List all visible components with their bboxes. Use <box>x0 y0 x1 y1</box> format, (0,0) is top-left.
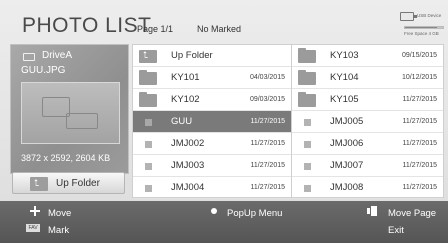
storage-usage-fill <box>405 27 438 28</box>
preview-panel: DriveA GUU.JPG 3872 x 2592, 2604 KB <box>10 44 129 174</box>
item-name: JMJ008 <box>330 182 364 193</box>
item-date: 10/12/2015 <box>401 74 437 81</box>
up-folder-item[interactable]: ⮤ Up Folder <box>133 45 291 67</box>
item-name: JMJ004 <box>171 182 205 193</box>
photo-file-icon <box>304 163 311 170</box>
drive-label: DriveA <box>42 50 73 61</box>
photo-file-icon <box>145 163 152 170</box>
item-date: 11/27/2015 <box>402 184 437 191</box>
photo-item[interactable]: JMJ007 11/27/2015 <box>292 155 443 177</box>
folder-icon <box>139 70 157 85</box>
photo-file-icon <box>145 185 152 192</box>
item-date: 11/27/2015 <box>402 118 437 125</box>
item-date: 11/27/2015 <box>402 162 437 169</box>
item-date: 11/27/2015 <box>402 96 437 103</box>
photo-file-icon <box>304 185 311 192</box>
folder-icon <box>298 92 316 107</box>
item-date: 11/27/2015 <box>250 118 285 125</box>
item-name: KY105 <box>330 94 359 105</box>
item-name: JMJ007 <box>330 160 364 171</box>
folder-item[interactable]: KY105 11/27/2015 <box>292 89 443 111</box>
item-date: 11/27/2015 <box>250 162 285 169</box>
page-title: PHOTO LIST <box>22 14 152 37</box>
up-folder-button[interactable]: ⮤ Up Folder <box>12 172 125 194</box>
fav-key-icon: FAV <box>26 224 40 232</box>
marked-status: No Marked <box>197 24 242 34</box>
page-move-icon <box>367 206 377 216</box>
photo-thumbnail <box>21 82 120 144</box>
usb-drive-icon <box>400 12 417 21</box>
up-folder-icon: ⮤ <box>139 50 157 63</box>
folder-item[interactable]: KY101 04/03/2015 <box>133 67 291 89</box>
photo-item[interactable]: JMJ003 11/27/2015 <box>133 155 291 177</box>
item-date: 11/27/2015 <box>250 184 285 191</box>
folder-item[interactable]: KY103 09/15/2015 <box>292 45 443 67</box>
move-arrows-icon <box>30 206 40 216</box>
photo-dimensions: 3872 x 2592, 2604 KB <box>21 153 111 163</box>
storage-usage-bar <box>404 26 444 29</box>
photo-item[interactable]: JMJ008 11/27/2015 <box>292 177 443 199</box>
free-space-label: Free Space 4 GB <box>404 31 439 36</box>
photo-item[interactable]: JMJ005 11/27/2015 <box>292 111 443 133</box>
item-date: 04/03/2015 <box>249 74 285 81</box>
photo-item[interactable]: JMJ006 11/27/2015 <box>292 133 443 155</box>
device-name: USB Device <box>417 13 442 18</box>
item-name: KY104 <box>330 72 359 83</box>
photo-file-icon <box>145 141 152 148</box>
item-date: 09/03/2015 <box>249 96 285 103</box>
up-folder-button-label: Up Folder <box>56 178 100 189</box>
photo-file-icon <box>304 119 311 126</box>
photo-item[interactable]: GUU 11/27/2015 <box>133 111 291 133</box>
photo-item[interactable]: JMJ002 11/27/2015 <box>133 133 291 155</box>
item-name: JMJ003 <box>171 160 205 171</box>
item-name: JMJ002 <box>171 138 205 149</box>
up-folder-icon: ⮤ <box>30 177 48 191</box>
photo-list-screen: PHOTO LIST Page 1/1 No Marked USB Device… <box>0 0 448 243</box>
item-name: GUU <box>171 116 193 127</box>
item-date: 09/15/2015 <box>401 52 437 59</box>
storage-indicator: USB Device Free Space 4 GB <box>400 10 444 38</box>
item-name: KY103 <box>330 50 359 61</box>
folder-item[interactable]: KY102 09/03/2015 <box>133 89 291 111</box>
item-date: 11/27/2015 <box>250 140 285 147</box>
item-name: JMJ006 <box>330 138 364 149</box>
ok-button-icon <box>211 208 217 214</box>
item-date: 11/27/2015 <box>402 140 437 147</box>
folder-item[interactable]: KY104 10/12/2015 <box>292 67 443 89</box>
footer-popup-label[interactable]: PopUp Menu <box>227 208 282 219</box>
folder-icon <box>298 48 316 63</box>
footer-mark-label[interactable]: Mark <box>48 225 69 236</box>
item-name: KY102 <box>171 94 200 105</box>
photo-file-icon <box>304 141 311 148</box>
item-name: KY101 <box>171 72 200 83</box>
item-name: JMJ005 <box>330 116 364 127</box>
footer-move-page-label[interactable]: Move Page <box>388 208 436 219</box>
drive-icon <box>23 53 35 61</box>
photo-file-icon <box>145 119 152 126</box>
footer-move-label[interactable]: Move <box>48 208 71 219</box>
folder-icon <box>139 92 157 107</box>
footer-bar: Move FAV Mark PopUp Menu Move Page Exit <box>0 201 448 243</box>
footer-exit-label[interactable]: Exit <box>388 225 404 236</box>
item-name: Up Folder <box>171 50 213 61</box>
selected-file-name: GUU.JPG <box>21 65 66 76</box>
folder-icon <box>298 70 316 85</box>
photo-item[interactable]: JMJ004 11/27/2015 <box>133 177 291 199</box>
page-indicator: Page 1/1 <box>137 24 174 34</box>
